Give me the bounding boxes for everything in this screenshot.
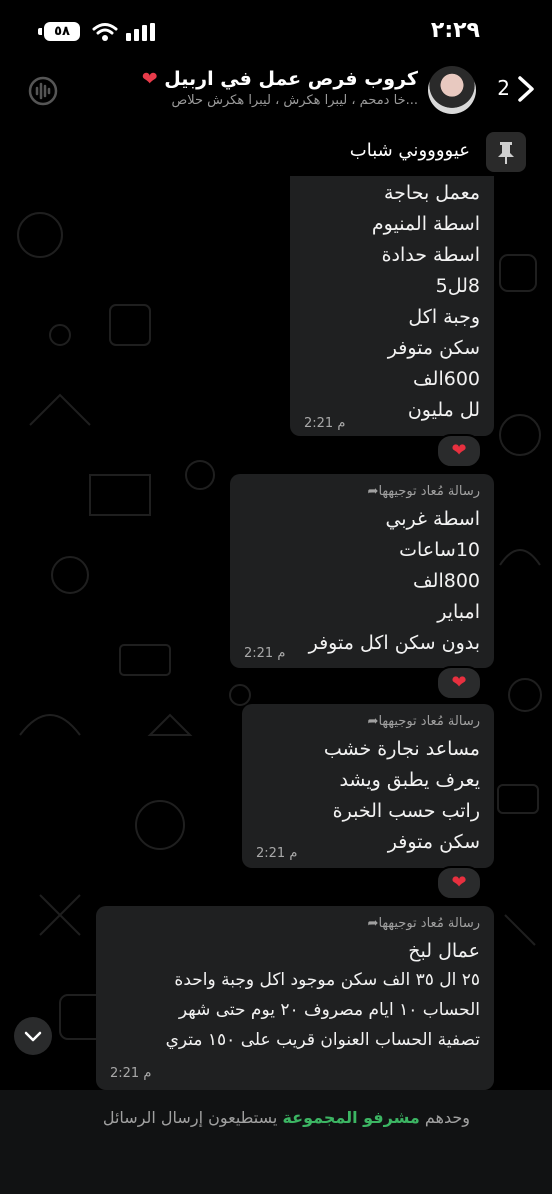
heart-reaction[interactable]: ❤ (436, 434, 482, 468)
message-line: الحساب ١٠ ايام مصروف ٢٠ يوم حتى شهر (178, 1000, 480, 1020)
message-line: وجبة اكل (408, 306, 480, 328)
clock: ٢:٢٩ (430, 18, 480, 43)
group-admins-link[interactable]: مشرفو المجموعة (282, 1108, 419, 1127)
forwarded-label: رسالة مُعاد توجيهها➦ (367, 484, 480, 499)
heart-icon: ❤ (141, 68, 158, 90)
message-line: معمل بحاجة (383, 182, 480, 204)
message-bubble[interactable]: رسالة مُعاد توجيهها➦ اسطة غربي 10ساعات 8… (230, 474, 494, 668)
message-line: راتب حسب الخبرة (332, 800, 480, 822)
forwarded-label: رسالة مُعاد توجيهها➦ (367, 714, 480, 729)
chat-header: 2 كروب فرص عمل في اربيل ❤ ...خا دمحم ، ل… (0, 62, 552, 118)
battery-icon: ٥٨ (44, 22, 80, 41)
message-line: ٢٥ ال ٣٥ الف سكن موجود اكل وجبة واحدة (174, 970, 480, 990)
heart-reaction[interactable]: ❤ (436, 666, 482, 700)
message-line: لل مليون (407, 399, 480, 421)
message-line: اسطة غربي (385, 508, 480, 530)
message-bubble[interactable]: رسالة مُعاد توجيهها➦ مساعد نجارة خشب يعر… (242, 704, 494, 868)
message-line: بدون سكن اكل متوفر (308, 632, 480, 654)
pin-icon (498, 142, 514, 164)
message-time: 2:21 م (304, 416, 346, 431)
group-title[interactable]: كروب فرص عمل في اربيل ❤ (142, 68, 418, 90)
message-line: 800الف (412, 570, 480, 592)
message-line: سكن متوفر (387, 337, 480, 359)
scroll-to-bottom-button[interactable] (14, 1017, 52, 1055)
voice-chat-icon[interactable] (28, 76, 58, 106)
forward-arrow-icon: ➦ (367, 916, 379, 931)
pinned-message-bar[interactable]: عيووووني شباب (0, 124, 552, 178)
forward-arrow-icon: ➦ (367, 714, 379, 729)
group-members[interactable]: ...خا دمحم ، ليبرا هكرش ، ليبرا هكرش حلا… (172, 93, 419, 108)
footer-suffix: يستطيعون إرسال الرسائل (102, 1108, 278, 1127)
message-line: مساعد نجارة خشب (323, 738, 480, 760)
admins-only-footer: وحدهم مشرفو المجموعة يستطيعون إرسال الرس… (0, 1090, 552, 1194)
message-time: 2:21 م (110, 1066, 152, 1081)
pinned-text: عيووووني شباب (349, 140, 470, 161)
message-bubble[interactable]: معمل بحاجة اسطة المنيوم اسطة حدادة 8لل5 … (290, 176, 494, 436)
heart-reaction[interactable]: ❤ (436, 866, 482, 900)
wifi-icon (92, 23, 118, 41)
unread-count[interactable]: 2 (497, 76, 510, 100)
message-line: تصفية الحساب العنوان قريب على ١٥٠ متري (165, 1030, 480, 1050)
signal-icon (126, 23, 155, 41)
forward-arrow-icon: ➦ (367, 484, 379, 499)
footer-prefix: وحدهم (424, 1108, 470, 1127)
group-title-text: كروب فرص عمل في اربيل (164, 68, 418, 90)
status-bar: ٥٨ ٢:٢٩ (0, 0, 552, 62)
chevron-down-icon (24, 1031, 42, 1042)
back-chevron-icon[interactable] (514, 74, 538, 104)
pin-button[interactable] (486, 132, 526, 172)
message-line: 10ساعات (399, 539, 480, 561)
footer-notice: وحدهم مشرفو المجموعة يستطيعون إرسال الرس… (103, 1108, 470, 1127)
message-line: يعرف يطبق ويشد (339, 769, 480, 791)
message-line: اسطة حدادة (381, 244, 480, 266)
message-line: 8لل5 (435, 275, 480, 297)
message-line: سكن متوفر (387, 831, 480, 853)
message-line: امباير (437, 601, 480, 623)
message-time: 2:21 م (244, 646, 286, 661)
message-time: 2:21 م (256, 846, 298, 861)
message-bubble[interactable]: رسالة مُعاد توجيهها➦ عمال لبخ ٢٥ ال ٣٥ ا… (96, 906, 494, 1090)
battery-tip (38, 28, 42, 35)
forwarded-label: رسالة مُعاد توجيهها➦ (367, 916, 480, 931)
message-line: اسطة المنيوم (371, 213, 480, 235)
message-line: عمال لبخ (408, 940, 480, 962)
group-avatar[interactable] (428, 66, 476, 114)
message-line: 600الف (412, 368, 480, 390)
